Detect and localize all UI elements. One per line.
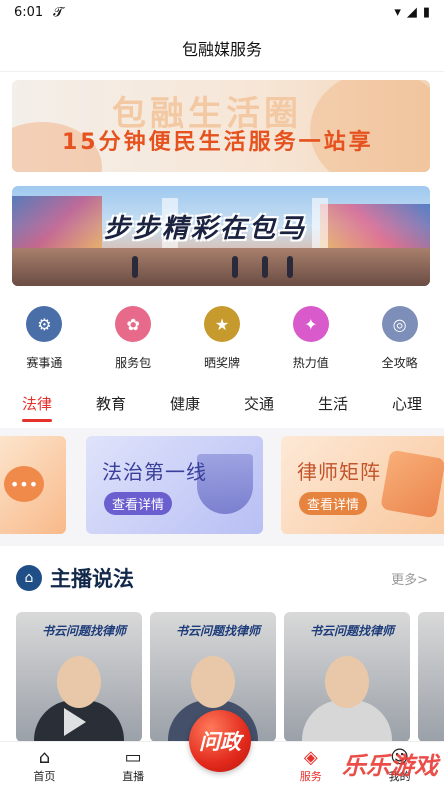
nav-label: 直播 bbox=[122, 769, 145, 783]
home-icon: ⌂ bbox=[38, 746, 51, 768]
video-card[interactable]: 书云问题找律师 bbox=[16, 612, 142, 742]
crowd-decoration bbox=[12, 196, 102, 256]
quick-item-label: 热力值 bbox=[292, 356, 329, 370]
race-track bbox=[12, 248, 430, 286]
nav-live[interactable]: ▭ 直播 bbox=[103, 746, 163, 784]
quick-access-grid: ⚙ 赛事通 ✿ 服务包 ★ 晒奖牌 ✦ 热力值 ◎ 全攻略 bbox=[0, 300, 444, 376]
inquiry-button[interactable]: 问政 bbox=[189, 710, 251, 772]
page-title: 包融媒服务 bbox=[181, 39, 262, 59]
arch-pillar bbox=[312, 198, 328, 248]
card-title: 律师矩阵 bbox=[297, 460, 381, 484]
nav-label: 首页 bbox=[33, 769, 56, 783]
clock: 6:01 bbox=[14, 4, 44, 20]
tab-education[interactable]: 教育 bbox=[96, 393, 126, 420]
quick-item-label: 晒奖牌 bbox=[203, 356, 240, 370]
cube-icon bbox=[380, 449, 444, 519]
video-card[interactable]: 书云问题找律师 bbox=[284, 612, 410, 742]
marathon-banner[interactable]: 步步精彩在包马 bbox=[12, 186, 430, 286]
more-link[interactable]: 更多> bbox=[391, 569, 428, 588]
category-tabs: 法律 教育 健康 交通 生活 心理 bbox=[0, 386, 444, 426]
quick-item-service-pack[interactable]: ✿ 服务包 bbox=[93, 300, 173, 376]
law-card-frontline[interactable]: 法治第一线 查看详情 bbox=[86, 436, 263, 534]
chat-bubble-icon: ••• bbox=[4, 466, 44, 502]
medal-icon: ★ bbox=[203, 306, 240, 342]
page-header: 包融媒服务 bbox=[0, 24, 444, 72]
tab-law[interactable]: 法律 bbox=[21, 393, 53, 422]
card-title: 法治第一线 bbox=[102, 460, 207, 484]
banner-slogan: 步步精彩在包马 bbox=[104, 214, 308, 244]
quick-item-medals[interactable]: ★ 晒奖牌 bbox=[182, 300, 262, 376]
view-details-button[interactable]: 查看详情 bbox=[104, 492, 173, 515]
signal-icon: ◢ bbox=[406, 4, 417, 20]
nav-label: 服务 bbox=[299, 769, 322, 783]
runner-figure bbox=[232, 256, 238, 278]
badge-icon: ◎ bbox=[381, 306, 418, 342]
video-camera-icon: ▭ bbox=[124, 746, 142, 768]
quick-item-guide[interactable]: ◎ 全攻略 bbox=[360, 300, 440, 376]
battery-icon: ▮ bbox=[422, 4, 430, 20]
nav-home[interactable]: ⌂ 首页 bbox=[14, 746, 74, 784]
presenter-figure bbox=[325, 656, 369, 708]
runner-figure bbox=[287, 256, 293, 278]
banner-headline: 15分钟便民生活服务一站享 bbox=[62, 130, 374, 155]
tab-health[interactable]: 健康 bbox=[170, 393, 200, 420]
wifi-icon: ▾ bbox=[394, 4, 401, 20]
play-icon[interactable] bbox=[64, 708, 86, 736]
runner-figure bbox=[132, 256, 138, 278]
video-tag: 书云问题找律师 bbox=[310, 624, 395, 638]
app-screen: 6:01 𝓣 ▾ ◢ ▮ 包融媒服务 包融生活圈 15分钟便民生活服务一站享 步… bbox=[0, 0, 444, 789]
tab-psychology[interactable]: 心理 bbox=[392, 393, 422, 420]
quick-item-label: 全攻略 bbox=[381, 356, 418, 370]
robot-icon: ⚙ bbox=[26, 306, 63, 342]
notification-icon: 𝓣 bbox=[53, 4, 64, 20]
law-logo-icon: ⌂ bbox=[16, 565, 42, 591]
section-title: 主播说法 bbox=[50, 567, 134, 591]
video-tag: 书云问题找律师 bbox=[176, 624, 261, 638]
status-bar: 6:01 𝓣 ▾ ◢ ▮ bbox=[0, 0, 444, 24]
deer-icon: ✿ bbox=[115, 306, 152, 342]
quick-item-label: 赛事通 bbox=[26, 356, 63, 370]
tab-traffic[interactable]: 交通 bbox=[244, 393, 274, 420]
video-card[interactable] bbox=[418, 612, 444, 742]
tab-life[interactable]: 生活 bbox=[318, 393, 348, 420]
watermark: 乐乐游戏 bbox=[342, 752, 438, 780]
video-tag: 书云问题找律师 bbox=[42, 624, 127, 638]
presenter-figure bbox=[57, 656, 101, 708]
flame-icon: ✦ bbox=[292, 306, 329, 342]
quick-item-label: 服务包 bbox=[115, 356, 152, 370]
law-card-lawyers[interactable]: 律师矩阵 查看详情 bbox=[281, 436, 444, 534]
quick-item-events[interactable]: ⚙ 赛事通 bbox=[4, 300, 84, 376]
life-circle-banner[interactable]: 包融生活圈 15分钟便民生活服务一站享 bbox=[12, 80, 430, 172]
view-details-button[interactable]: 查看详情 bbox=[299, 492, 368, 515]
presenter-figure bbox=[191, 656, 235, 708]
cube-service-icon: ◈ bbox=[303, 746, 318, 768]
anchor-section-header: ⌂ 主播说法 更多> bbox=[0, 558, 444, 598]
quick-item-heat[interactable]: ✦ 热力值 bbox=[271, 300, 351, 376]
runner-figure bbox=[262, 256, 268, 278]
law-card-consult[interactable]: ••• bbox=[0, 436, 66, 534]
nav-service[interactable]: ◈ 服务 bbox=[281, 746, 341, 784]
